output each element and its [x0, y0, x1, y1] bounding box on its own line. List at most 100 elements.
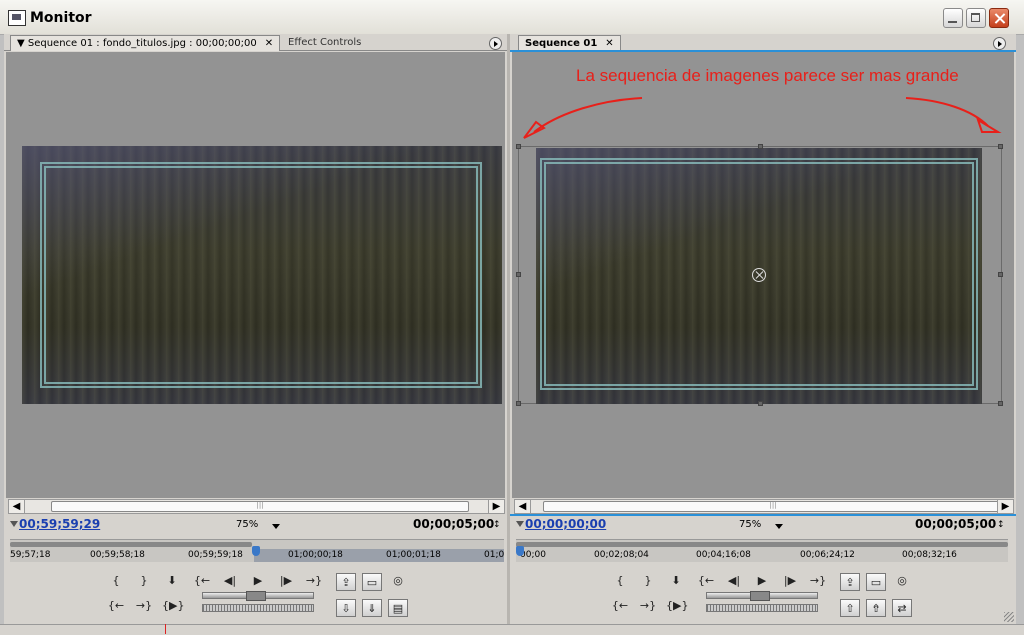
- extract-button[interactable]: ⇮: [866, 599, 886, 617]
- minimize-button[interactable]: [943, 8, 963, 28]
- go-to-out-button[interactable]: →}: [304, 572, 324, 590]
- zoom-dropdown-icon[interactable]: [775, 524, 783, 529]
- go-to-out-button[interactable]: →}: [808, 572, 828, 590]
- shuttle-knob[interactable]: [750, 591, 770, 601]
- go-to-previous-edit-button[interactable]: {←: [610, 597, 630, 615]
- tab-label: Sequence 01: [525, 38, 598, 49]
- window-title: Monitor: [30, 10, 92, 26]
- mark-out-button[interactable]: }: [638, 572, 658, 590]
- mark-out-button[interactable]: }: [134, 572, 154, 590]
- transform-handle[interactable]: [516, 144, 521, 149]
- transform-handle[interactable]: [998, 272, 1003, 277]
- source-zoom-level[interactable]: 75%: [236, 519, 258, 530]
- play-button[interactable]: ▶: [248, 572, 268, 590]
- anchor-point-icon[interactable]: [752, 268, 766, 282]
- zoom-dropdown-icon[interactable]: [272, 524, 280, 529]
- timeline-indicator: [165, 624, 166, 634]
- ruler-label: 01;00;01;18: [386, 550, 441, 560]
- transform-handle[interactable]: [516, 401, 521, 406]
- output-button[interactable]: ◎: [388, 572, 408, 590]
- ruler-label: 00;59;59;18: [188, 550, 243, 560]
- mark-in-button[interactable]: {: [610, 572, 630, 590]
- program-horizontal-scrollbar[interactable]: ◀ ▶: [514, 499, 1014, 514]
- tab-sequence-source[interactable]: ▼ Sequence 01 : fondo_titulos.jpg : 00;0…: [10, 35, 281, 51]
- ruler-label: 00;08;32;16: [902, 550, 957, 560]
- duration-toggle-icon[interactable]: ↕: [997, 520, 1005, 530]
- playhead-icon[interactable]: [252, 546, 260, 556]
- work-area-bar[interactable]: [516, 542, 1008, 547]
- scroll-right-icon[interactable]: ▶: [488, 500, 504, 513]
- lift-button[interactable]: ⇧: [840, 599, 860, 617]
- safe-margins-button[interactable]: ▭: [866, 573, 886, 591]
- toggle-take-button[interactable]: ▤: [388, 599, 408, 617]
- transform-handle[interactable]: [758, 401, 763, 406]
- scroll-left-icon[interactable]: ◀: [515, 500, 531, 513]
- close-tab-icon[interactable]: ✕: [265, 38, 273, 49]
- loop-button[interactable]: ⇪: [336, 573, 356, 591]
- play-button[interactable]: ▶: [752, 572, 772, 590]
- go-to-in-button[interactable]: {←: [192, 572, 212, 590]
- output-button[interactable]: ◎: [892, 572, 912, 590]
- ruler-label: 00;06;24;12: [800, 550, 855, 560]
- step-back-button[interactable]: ◀|: [724, 572, 744, 590]
- tab-sequence-program[interactable]: Sequence 01 ✕: [518, 35, 621, 51]
- close-tab-icon[interactable]: ✕: [605, 38, 613, 49]
- source-horizontal-scrollbar[interactable]: ◀ ▶: [8, 499, 505, 514]
- bottom-strip: [0, 624, 1024, 635]
- jog-shuttle[interactable]: [202, 604, 314, 612]
- source-time-ruler[interactable]: 59;57;18 00;59;58;18 00;59;59;18 01;00;0…: [10, 539, 504, 562]
- right-red-arrow: [905, 97, 989, 127]
- mark-in-button[interactable]: {: [106, 572, 126, 590]
- program-current-time[interactable]: 00;00;00;00: [525, 517, 606, 531]
- duration-toggle-icon[interactable]: ↕: [493, 520, 501, 530]
- ruler-label: 00;04;16;08: [696, 550, 751, 560]
- program-timecode-row: 00;00;00;00 75% 00;00;05;00 ↕: [510, 516, 1016, 534]
- set-marker-button[interactable]: ⬇: [162, 572, 182, 590]
- playhead-icon[interactable]: [516, 546, 524, 556]
- transform-handle[interactable]: [998, 144, 1003, 149]
- marker-icon: [516, 521, 524, 527]
- resize-grip-icon[interactable]: [1004, 612, 1014, 622]
- loop-button[interactable]: ⇪: [840, 573, 860, 591]
- ruler-label: 01;00;00;18: [288, 550, 343, 560]
- work-area-bar[interactable]: [10, 542, 252, 547]
- tab-dropdown-icon[interactable]: ▼: [17, 38, 28, 49]
- step-back-button[interactable]: ◀|: [220, 572, 240, 590]
- safe-margins-button[interactable]: ▭: [362, 573, 382, 591]
- program-time-ruler[interactable]: 00;00 00;02;08;04 00;04;16;08 00;06;24;1…: [516, 539, 1008, 562]
- trim-button[interactable]: ⇄: [892, 599, 912, 617]
- transform-handle[interactable]: [998, 401, 1003, 406]
- scroll-thumb[interactable]: [51, 501, 469, 512]
- step-forward-button[interactable]: |▶: [276, 572, 296, 590]
- source-current-time[interactable]: 00;59;59;29: [19, 517, 100, 531]
- panel-menu-icon[interactable]: [489, 37, 502, 50]
- source-tabbar: ▼ Sequence 01 : fondo_titulos.jpg : 00;0…: [4, 34, 507, 51]
- close-button[interactable]: [989, 8, 1009, 28]
- play-in-to-out-button[interactable]: {▶}: [666, 597, 688, 615]
- scroll-left-icon[interactable]: ◀: [9, 500, 25, 513]
- step-forward-button[interactable]: |▶: [780, 572, 800, 590]
- monitor-app-icon: [8, 10, 26, 26]
- maximize-button[interactable]: [966, 8, 986, 28]
- insert-button[interactable]: ⇩: [336, 599, 356, 617]
- program-viewer: La sequencia de imagenes parece ser mas …: [512, 52, 1014, 498]
- program-zoom-level[interactable]: 75%: [739, 519, 761, 530]
- program-duration: 00;00;05;00: [915, 517, 997, 531]
- tab-label: Effect Controls: [288, 37, 362, 48]
- go-to-previous-marker-button[interactable]: {←: [106, 597, 126, 615]
- go-to-next-edit-button[interactable]: →}: [638, 597, 658, 615]
- go-to-next-marker-button[interactable]: →}: [134, 597, 154, 615]
- shuttle-knob[interactable]: [246, 591, 266, 601]
- jog-shuttle[interactable]: [706, 604, 818, 612]
- ruler-label: 59;57;18: [10, 550, 51, 560]
- scroll-right-icon[interactable]: ▶: [997, 500, 1013, 513]
- scroll-thumb[interactable]: [543, 501, 1003, 512]
- go-to-in-button[interactable]: {←: [696, 572, 716, 590]
- set-marker-button[interactable]: ⬇: [666, 572, 686, 590]
- panel-menu-icon[interactable]: [993, 37, 1006, 50]
- transform-handle[interactable]: [516, 272, 521, 277]
- play-in-to-out-button[interactable]: {▶}: [162, 597, 184, 615]
- tab-effect-controls[interactable]: Effect Controls: [282, 35, 367, 50]
- transform-handle[interactable]: [758, 144, 763, 149]
- overlay-button[interactable]: ⇓: [362, 599, 382, 617]
